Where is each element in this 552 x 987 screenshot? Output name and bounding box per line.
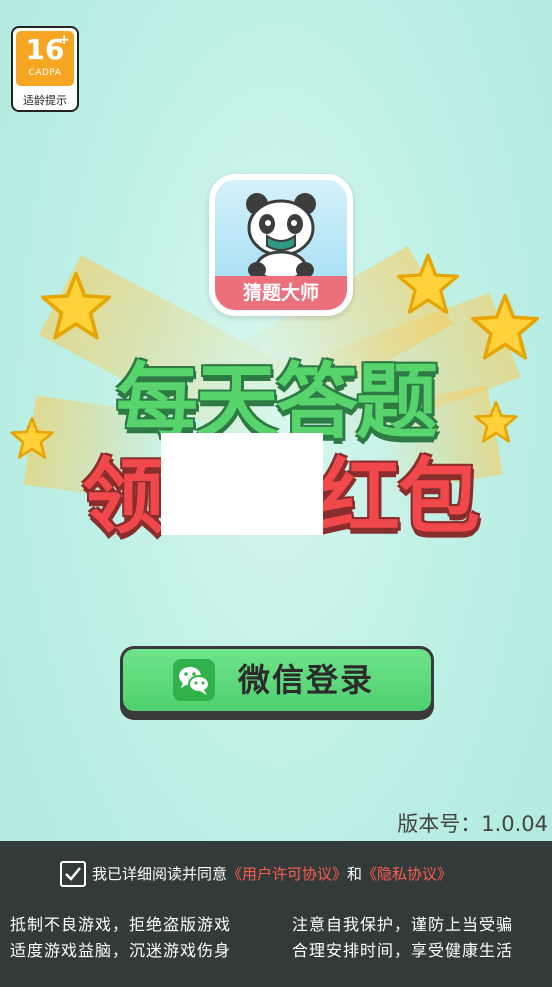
agreement-and: 和 <box>347 865 363 883</box>
footer-panel: 我已详细阅读并同意《用户许可协议》和《隐私协议》 抵制不良游戏，拒绝盗版游戏 注… <box>0 841 552 987</box>
health-notice-l1: 抵制不良游戏，拒绝盗版游戏 <box>10 915 232 934</box>
user-agreement-link[interactable]: 《用户许可协议》 <box>227 865 347 883</box>
agreement-checkbox[interactable] <box>60 861 86 887</box>
app-name: 猜题大师 <box>215 276 347 310</box>
app-icon: 猜题大师 <box>209 174 353 316</box>
age-rating-org: CADPA <box>28 68 62 78</box>
headline-line2-left: 领 <box>82 450 165 545</box>
star-icon <box>41 271 111 340</box>
splash-screen: 16 + CADPA 适龄提示 猜题大师 每天答题 领 红包 微信登录 版本号：… <box>0 0 552 987</box>
version-number: 版本号：1.0.04 <box>397 812 548 836</box>
health-notice-r2: 合理安排时间，享受健康生活 <box>292 941 514 960</box>
wechat-login-button-face[interactable]: 微信登录 <box>123 649 431 711</box>
health-notice-l2: 适度游戏益脑，沉迷游戏伤身 <box>10 941 232 960</box>
star-icon <box>396 253 460 314</box>
wechat-login-button[interactable]: 微信登录 <box>120 646 434 720</box>
privacy-agreement-link[interactable]: 《隐私协议》 <box>362 865 452 883</box>
wechat-icon <box>173 659 215 701</box>
check-icon <box>65 867 81 881</box>
agreement-prefix: 我已详细阅读并同意 <box>92 865 228 883</box>
wechat-login-label: 微信登录 <box>238 661 375 699</box>
redacted-amount <box>161 433 323 535</box>
age-rating-badge: 16 + CADPA 适龄提示 <box>11 26 79 112</box>
agreement-text: 我已详细阅读并同意《用户许可协议》和《隐私协议》 <box>92 863 452 884</box>
panda-icon <box>246 193 316 280</box>
age-rating-plus: + <box>58 32 70 48</box>
age-rating-caption: 适龄提示 <box>23 94 67 107</box>
age-rating-box: 16 + CADPA <box>16 31 74 86</box>
headline-line2-right: 红包 <box>318 450 480 545</box>
health-notice-r1: 注意自我保护，谨防上当受骗 <box>292 915 514 934</box>
